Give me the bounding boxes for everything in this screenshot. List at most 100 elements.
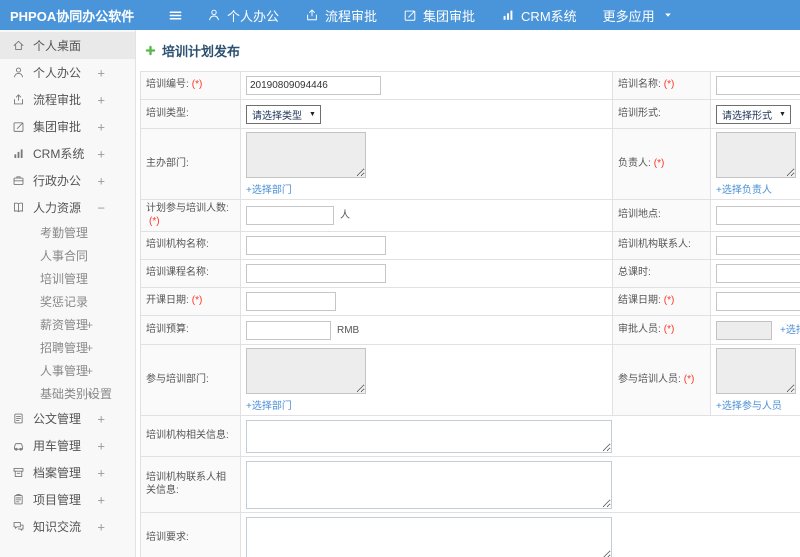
training-location-input[interactable] — [716, 206, 800, 225]
unit-label: 人 — [340, 210, 350, 222]
expand-toggle-icon[interactable]: + — [86, 342, 93, 354]
expand-toggle-icon[interactable]: + — [97, 66, 105, 79]
topnav-item-workflow-approval[interactable]: 流程审批 — [305, 6, 377, 25]
sidebar-subitem-reward-punishment[interactable]: 奖惩记录 — [0, 290, 135, 313]
field-label-training-location: 培训地点: — [612, 199, 711, 232]
topnav-item-crm-system[interactable]: CRM系统 — [501, 6, 577, 25]
org-contact-info-textarea[interactable] — [246, 460, 612, 509]
sidebar-item-group-approval[interactable]: 集团审批 + — [0, 113, 135, 140]
briefcase-icon — [12, 174, 25, 187]
training-number-input[interactable] — [246, 76, 381, 95]
topnav-item-group-approval[interactable]: 集团审批 — [403, 6, 475, 25]
sidebar-subitem-base-category-setting[interactable]: 基础类别设置 + — [0, 382, 135, 405]
topnav-item-more-apps[interactable]: 更多应用 — [603, 6, 679, 25]
sidebar-item-knowledge-exchange[interactable]: 知识交流 + — [0, 513, 135, 540]
form-row: 计划参与培训人数:(*) 人 培训地点: — [140, 199, 800, 232]
sidebar-subitem-recruit-management[interactable]: 招聘管理 + — [0, 336, 135, 359]
sidebar-item-admin-office[interactable]: 行政办公 + — [0, 167, 135, 194]
expand-toggle-icon[interactable]: + — [97, 493, 105, 506]
course-name-input[interactable] — [246, 264, 386, 283]
required-marker: (*) — [191, 295, 203, 307]
required-marker: (*) — [663, 323, 675, 335]
form-row: 培训课程名称: 总课时: — [140, 259, 800, 288]
training-form-select[interactable]: 请选择形式 ▼ — [716, 104, 791, 124]
org-info-textarea[interactable] — [246, 419, 612, 453]
sidebar-item-personal-office[interactable]: 个人办公 + — [0, 59, 135, 86]
participating-staff-textarea[interactable] — [716, 348, 796, 394]
form-row: 培训类型: 请选择类型 ▼ 培训形式: 请选择形式 ▼ — [140, 99, 800, 129]
field-label-course-name: 培训课程名称: — [140, 259, 241, 288]
sidebar-subitem-salary-management[interactable]: 薪资管理 + — [0, 313, 135, 336]
expand-toggle-icon[interactable]: − — [97, 201, 105, 214]
training-name-input[interactable] — [716, 76, 800, 95]
training-org-name-input[interactable] — [246, 236, 386, 255]
expand-toggle-icon[interactable]: + — [86, 365, 93, 377]
sidebar-subitem-label: 薪资管理 — [40, 318, 89, 332]
top-nav: 个人办公 流程审批 集团审批 CRM系统 更多应用 — [207, 6, 705, 25]
select-approvers-link[interactable]: +选择审批人员 — [780, 325, 800, 336]
sidebar-subitem-personnel-contract[interactable]: 人事合同 — [0, 244, 135, 267]
label-text: 结课日期: — [618, 295, 661, 307]
form-row: 培训要求: — [140, 512, 800, 557]
sidebar-subitem-label: 培训管理 — [40, 272, 89, 286]
expand-toggle-icon[interactable]: + — [97, 120, 105, 133]
main-content: 培训计划发布 培训编号:(*)培训名称:(*)培训类型:请选择类型▼培训形式:请… — [136, 30, 800, 557]
total-hours-input[interactable] — [716, 264, 800, 283]
leader-textarea[interactable] — [716, 132, 796, 178]
sidebar-item-workflow-approval[interactable]: 流程审批 + — [0, 86, 135, 113]
planned-participants-input[interactable] — [246, 206, 334, 225]
select-department-link[interactable]: +选择部门 — [246, 181, 607, 196]
sidebar-item-archive-management[interactable]: 档案管理 + — [0, 459, 135, 486]
expand-toggle-icon[interactable]: + — [97, 147, 105, 160]
field-cell — [710, 199, 800, 232]
hamburger-menu-button[interactable] — [168, 8, 183, 23]
sidebar-subitem-training-management[interactable]: 培训管理 — [0, 267, 135, 290]
sidebar-item-crm-system[interactable]: CRM系统 + — [0, 140, 135, 167]
required-marker: (*) — [653, 157, 665, 169]
form-row: 培训编号:(*) 培训名称:(*) — [140, 71, 800, 100]
sidebar-subitem-personnel-management[interactable]: 人事管理 + — [0, 359, 135, 382]
select-leader-link[interactable]: +选择负责人 — [716, 181, 800, 196]
required-marker: (*) — [191, 79, 203, 91]
sidebar-item-label: 知识交流 — [33, 520, 82, 534]
field-cell — [240, 456, 800, 513]
sidebar-item-project-management[interactable]: 项目管理 + — [0, 486, 135, 513]
expand-toggle-icon[interactable]: + — [86, 319, 93, 331]
field-cell: RMB — [240, 315, 613, 345]
field-label-training-name: 培训名称: (*) — [612, 71, 711, 100]
field-cell: 请选择形式 ▼ — [710, 99, 800, 129]
participating-departments-textarea[interactable] — [246, 348, 366, 394]
sidebar-subitem-attendance-management[interactable]: 考勤管理 — [0, 221, 135, 244]
label-text: 培训课程名称: — [146, 267, 209, 279]
topnav-item-personal-office[interactable]: 个人办公 — [207, 6, 279, 25]
label-text: 培训编号: — [146, 79, 189, 91]
hamburger-menu-icon — [168, 8, 183, 23]
approvers-input[interactable] — [716, 320, 772, 340]
host-department-textarea[interactable] — [246, 132, 366, 178]
select-participants-link[interactable]: +选择参与人员 — [716, 397, 800, 412]
expand-toggle-icon[interactable]: + — [97, 93, 105, 106]
label-text: 培训机构联系人: — [618, 239, 691, 251]
select-department2-link[interactable]: +选择部门 — [246, 397, 607, 412]
sidebar-item-label: 集团审批 — [33, 120, 82, 134]
sidebar-item-document-management[interactable]: 公文管理 + — [0, 405, 135, 432]
expand-toggle-icon[interactable]: + — [97, 466, 105, 479]
training-plan-form: 培训编号:(*)培训名称:(*)培训类型:请选择类型▼培训形式:请选择形式▼主办… — [140, 71, 800, 557]
training-type-select[interactable]: 请选择类型 ▼ — [246, 104, 321, 124]
form-row: 培训机构相关信息: — [140, 415, 800, 457]
expand-toggle-icon[interactable]: + — [97, 174, 105, 187]
label-text: 审批人员: — [618, 323, 661, 335]
sidebar-item-human-resources[interactable]: 人力资源 − — [0, 194, 135, 221]
upload-icon — [305, 8, 319, 22]
expand-toggle-icon[interactable]: + — [97, 520, 105, 533]
sidebar-item-vehicle-management[interactable]: 用车管理 + — [0, 432, 135, 459]
training-org-contact-input[interactable] — [716, 236, 800, 255]
training-budget-input[interactable] — [246, 320, 331, 340]
expand-toggle-icon[interactable]: + — [97, 412, 105, 425]
expand-toggle-icon[interactable]: + — [86, 388, 93, 400]
start-date-input[interactable] — [246, 292, 336, 311]
end-date-input[interactable] — [716, 292, 800, 311]
expand-toggle-icon[interactable]: + — [97, 439, 105, 452]
training-requirements-textarea[interactable] — [246, 516, 612, 557]
sidebar-item-personal-desktop[interactable]: 个人桌面 — [0, 32, 135, 59]
